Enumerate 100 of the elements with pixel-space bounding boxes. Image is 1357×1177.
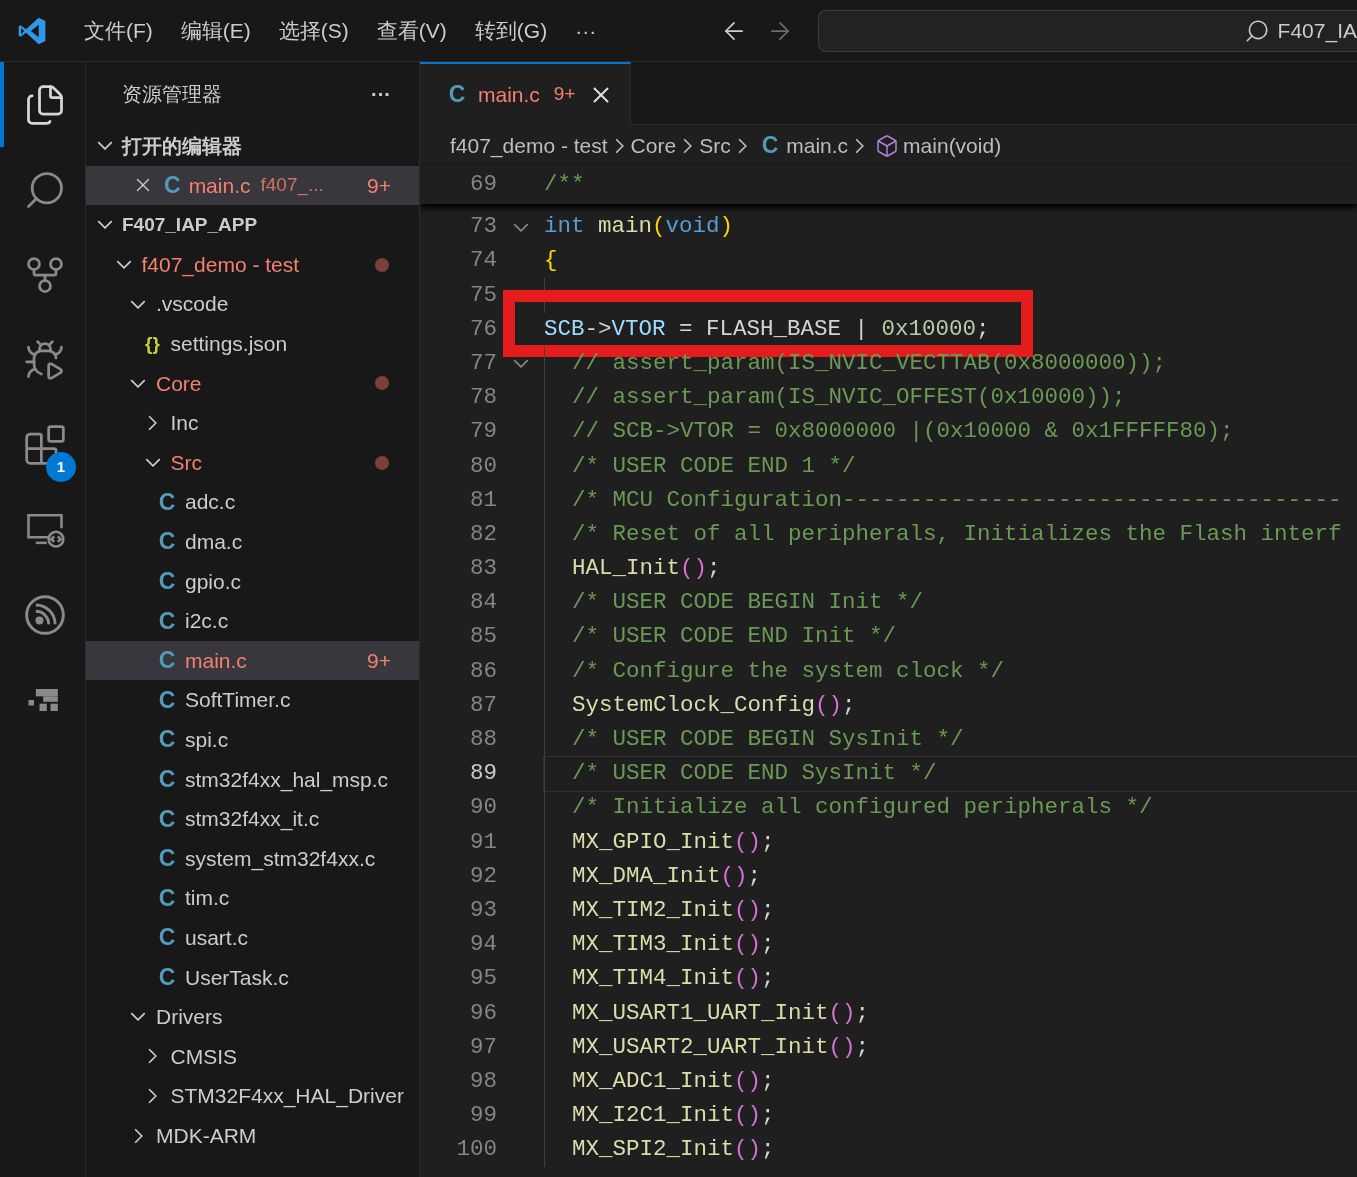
folder-item[interactable]: MDK-ARM bbox=[86, 1115, 419, 1156]
problem-count: 9+ bbox=[367, 172, 391, 199]
chevron-down-icon bbox=[130, 378, 146, 388]
breadcrumb-item[interactable]: main.c bbox=[786, 129, 849, 162]
file-type-icon: C bbox=[156, 841, 178, 876]
folder-item[interactable]: Drivers bbox=[86, 997, 419, 1037]
folder-item[interactable]: Inc bbox=[86, 403, 419, 443]
line-number: 82 bbox=[469, 519, 497, 549]
command-center-text: F407_IA bbox=[1277, 17, 1357, 45]
menu-item[interactable]: 编辑(E) bbox=[166, 14, 265, 47]
editor-tab[interactable]: C main.c 9+ bbox=[420, 62, 631, 125]
file-item[interactable]: C SoftTimer.c bbox=[86, 680, 419, 720]
file-type-icon: {} bbox=[141, 329, 164, 358]
command-center[interactable]: F407_IA bbox=[818, 9, 1357, 52]
menu-item[interactable]: 转到(G) bbox=[460, 14, 562, 47]
chevron-down-icon bbox=[97, 141, 113, 151]
section-title: 打开的编辑器 bbox=[122, 133, 242, 159]
file-item[interactable]: C gpio.c bbox=[86, 561, 419, 602]
problem-count: 9+ bbox=[553, 82, 576, 107]
menu-item[interactable]: 查看(V) bbox=[362, 14, 461, 47]
breadcrumb-item[interactable]: main(void) bbox=[903, 129, 1002, 162]
item-label: CMSIS bbox=[170, 1043, 238, 1070]
line-number: 97 bbox=[469, 1032, 497, 1062]
line-number: 80 bbox=[469, 451, 497, 481]
file-type-icon: C bbox=[156, 762, 178, 797]
line-number: 83 bbox=[469, 554, 497, 584]
chevron-right-icon bbox=[148, 414, 157, 431]
item-label: STM32F4xx_HAL_Driver bbox=[170, 1083, 405, 1110]
menu-item[interactable]: 选择(S) bbox=[264, 14, 363, 47]
section-header[interactable]: F407_IAP_APP bbox=[86, 205, 419, 245]
file-item[interactable]: C spi.c bbox=[86, 719, 419, 760]
code-line: // assert_param(IS_NVIC_OFFEST(0x10000)); bbox=[572, 383, 1126, 413]
line-number: 76 bbox=[469, 314, 497, 344]
item-label: dma.c bbox=[185, 529, 244, 555]
line-number: 91 bbox=[469, 827, 497, 857]
open-editor-item[interactable]: C main.c f407_... 9+ bbox=[86, 165, 419, 206]
chevron-down-icon bbox=[115, 260, 132, 270]
chevron-right-icon bbox=[855, 137, 865, 154]
line-number: 89 bbox=[469, 759, 497, 789]
folder-item[interactable]: .vscode bbox=[86, 284, 419, 324]
line-number: 77 bbox=[469, 348, 497, 378]
file-item[interactable]: C stm32f4xx_hal_msp.c bbox=[86, 759, 419, 800]
file-item[interactable]: C usart.c bbox=[86, 917, 419, 958]
section-header[interactable]: 打开的编辑器 bbox=[86, 126, 419, 166]
line-number: 86 bbox=[469, 656, 497, 686]
code-line: MX_GPIO_Init(); bbox=[572, 827, 775, 857]
breadcrumb-item[interactable]: f407_demo - test bbox=[450, 129, 608, 162]
item-label: gpio.c bbox=[185, 568, 243, 595]
file-item[interactable]: C stm32f4xx_it.c bbox=[86, 799, 419, 839]
breadcrumb-item[interactable]: Src bbox=[699, 129, 731, 162]
menu-item[interactable]: 文件(F) bbox=[70, 14, 167, 47]
file-item[interactable]: C system_stm32f4xx.c bbox=[86, 838, 419, 879]
item-label: .vscode bbox=[156, 291, 230, 318]
item-label: stm32f4xx_hal_msp.c bbox=[185, 766, 390, 794]
file-item[interactable]: {} settings.json bbox=[86, 323, 419, 364]
wireless-icon bbox=[22, 592, 67, 637]
more-actions-button[interactable]: ··· bbox=[371, 79, 391, 109]
item-label: SoftTimer.c bbox=[185, 687, 292, 714]
item-label: adc.c bbox=[185, 489, 237, 516]
code-line: // SCB->VTOR = 0x8000000 |(0x10000 & 0x1FFFFF80); bbox=[572, 417, 1234, 447]
code-line: { bbox=[544, 246, 558, 276]
folder-item[interactable]: CMSIS bbox=[86, 1036, 419, 1077]
item-label: usart.c bbox=[185, 924, 250, 951]
problem-count: 9+ bbox=[367, 647, 391, 674]
folder-item[interactable]: f407_demo - test bbox=[86, 244, 419, 285]
item-label: UserTask.c bbox=[185, 964, 290, 991]
line-number: 75 bbox=[469, 280, 497, 310]
item-label: Src bbox=[170, 449, 203, 476]
activity-button[interactable]: 1 bbox=[0, 402, 85, 487]
code-line: MX_SPI2_Init(); bbox=[572, 1135, 775, 1165]
code-line: /* USER CODE END SysInit */ bbox=[572, 759, 937, 789]
code-line: /* USER CODE BEGIN SysInit */ bbox=[572, 725, 964, 755]
file-item[interactable]: C adc.c bbox=[86, 482, 419, 522]
item-label: main.c bbox=[188, 172, 251, 199]
item-label: system_stm32f4xx.c bbox=[185, 845, 377, 873]
file-type-icon: C bbox=[156, 880, 178, 916]
folder-item[interactable]: Src bbox=[86, 442, 419, 483]
file-item[interactable]: C dma.c bbox=[86, 521, 419, 562]
line-number: 94 bbox=[469, 930, 497, 960]
menu-item[interactable]: ··· bbox=[561, 14, 611, 47]
folder-item[interactable]: STM32F4xx_HAL_Driver bbox=[86, 1076, 419, 1116]
folder-item[interactable]: Core bbox=[86, 363, 419, 404]
file-type-icon: C bbox=[156, 484, 178, 520]
item-label: settings.json bbox=[170, 331, 289, 357]
item-label: spi.c bbox=[185, 726, 230, 753]
code-line: SystemClock_Config(); bbox=[572, 690, 856, 720]
chevron-down-icon bbox=[130, 299, 146, 309]
breadcrumb-item[interactable]: Core bbox=[630, 129, 677, 162]
cube-icon bbox=[875, 133, 900, 158]
file-item[interactable]: C main.c 9+ bbox=[86, 640, 419, 681]
line-number: 99 bbox=[469, 1101, 497, 1131]
code-line: int main(void) bbox=[544, 212, 734, 242]
file-item[interactable]: C UserTask.c bbox=[86, 957, 419, 998]
notification-badge: 1 bbox=[46, 452, 76, 482]
item-label: i2c.c bbox=[185, 608, 230, 635]
file-item[interactable]: C i2c.c bbox=[86, 601, 419, 641]
file-type-icon: C bbox=[761, 132, 779, 159]
chevron-right-icon bbox=[614, 137, 624, 154]
line-number: 98 bbox=[469, 1066, 497, 1096]
file-item[interactable]: C tim.c bbox=[86, 878, 419, 918]
